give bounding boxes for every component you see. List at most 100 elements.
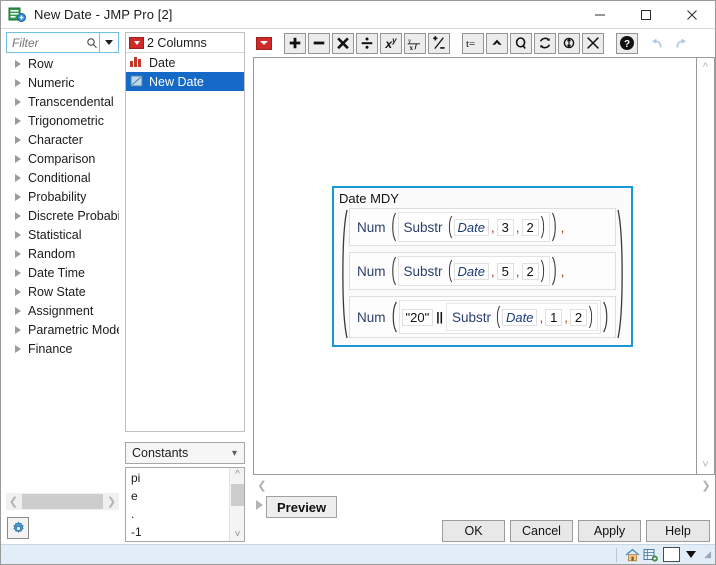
- function-category-item[interactable]: Finance: [6, 339, 119, 358]
- caret-down-icon[interactable]: [686, 551, 697, 558]
- scrollbar-thumb[interactable]: [22, 494, 103, 509]
- add-button[interactable]: [284, 32, 306, 54]
- column-reference[interactable]: Date: [453, 262, 490, 280]
- function-category-item[interactable]: Comparison: [6, 149, 119, 168]
- constant-item[interactable]: e: [126, 487, 229, 505]
- scroll-up-icon[interactable]: ^: [697, 59, 714, 75]
- function-category-list[interactable]: Row Numeric Transcendental Trigonometric…: [6, 54, 119, 486]
- numeric-literal[interactable]: 2: [521, 262, 539, 280]
- delete-button[interactable]: [582, 32, 604, 54]
- swap-button[interactable]: [558, 32, 580, 54]
- formula-argument-row[interactable]: Num Substr Date , 5 , 2 ,: [349, 252, 617, 290]
- scroll-up-icon[interactable]: ^: [230, 468, 245, 481]
- resize-grip-icon[interactable]: ◢: [704, 549, 711, 560]
- function-category-item[interactable]: Assignment: [6, 301, 119, 320]
- red-triangle-menu-icon[interactable]: [129, 36, 144, 49]
- function-category-item[interactable]: Trigonometric: [6, 111, 119, 130]
- numeric-literal[interactable]: 5: [496, 262, 514, 280]
- inner-expression[interactable]: Substr Date , 3 , 2: [397, 212, 550, 242]
- numeric-literal[interactable]: 3: [496, 218, 514, 236]
- help-button[interactable]: ?: [616, 32, 638, 54]
- cancel-button[interactable]: Cancel: [510, 520, 573, 542]
- insert-text-button[interactable]: t=: [462, 32, 484, 54]
- numeric-literal[interactable]: 2: [521, 218, 539, 236]
- formula-argument-row[interactable]: Num Substr Date , 3 , 2 ,: [349, 208, 617, 246]
- undo-button[interactable]: [646, 33, 668, 54]
- scrollbar-thumb[interactable]: [231, 484, 244, 506]
- constants-list[interactable]: pi e . -1 ^ ˅: [125, 467, 245, 542]
- column-list-item-date[interactable]: Date: [126, 53, 244, 72]
- formula-canvas[interactable]: Date MDY Num Substr Date , 3 , 2 , Num S…: [253, 57, 697, 475]
- ok-button[interactable]: OK: [442, 520, 505, 542]
- preview-button[interactable]: Preview: [266, 496, 338, 518]
- function-category-item[interactable]: Conditional: [6, 168, 119, 187]
- red-triangle-menu-icon[interactable]: [256, 36, 272, 50]
- function-list-horizontal-scrollbar[interactable]: ❮ ❯: [6, 493, 119, 510]
- scroll-left-icon[interactable]: ❮: [253, 479, 271, 492]
- settings-gear-button[interactable]: [7, 517, 29, 539]
- function-name-substr[interactable]: Substr: [401, 264, 446, 279]
- function-category-item[interactable]: Discrete Probabili: [6, 206, 119, 225]
- constant-item[interactable]: .: [126, 505, 229, 523]
- formula-vertical-scrollbar[interactable]: ^ ˅: [697, 57, 715, 475]
- redo-button[interactable]: [670, 33, 692, 54]
- filter-dropdown-button[interactable]: [100, 33, 118, 52]
- function-category-item[interactable]: Character: [6, 130, 119, 149]
- function-name-num[interactable]: Num: [354, 310, 389, 325]
- scroll-down-icon[interactable]: ˅: [230, 528, 245, 541]
- home-icon[interactable]: [623, 547, 641, 563]
- constant-item[interactable]: -1: [126, 523, 229, 541]
- function-category-item[interactable]: Transcendental: [6, 92, 119, 111]
- maximize-icon[interactable]: [623, 1, 669, 29]
- peak-button[interactable]: [486, 32, 508, 54]
- function-category-item[interactable]: Statistical: [6, 225, 119, 244]
- function-category-item[interactable]: Parametric Mode: [6, 320, 119, 339]
- function-category-item[interactable]: Row: [6, 54, 119, 73]
- formula-horizontal-scrollbar[interactable]: ❮ ❯: [253, 476, 715, 494]
- expand-triangle-icon[interactable]: [256, 500, 263, 510]
- sign-toggle-button[interactable]: [428, 32, 450, 54]
- multiply-button[interactable]: [332, 32, 354, 54]
- column-reference[interactable]: Date: [453, 218, 490, 236]
- scroll-right-icon[interactable]: ❯: [697, 479, 715, 492]
- function-category-item[interactable]: Date Time: [6, 263, 119, 282]
- constant-item[interactable]: pi: [126, 469, 229, 487]
- color-swatch[interactable]: [663, 547, 681, 562]
- function-name-substr[interactable]: Substr: [401, 220, 446, 235]
- data-table-icon[interactable]: [641, 547, 659, 563]
- local-variable-button[interactable]: [510, 32, 532, 54]
- scroll-down-icon[interactable]: ˅: [697, 457, 714, 473]
- function-name-num[interactable]: Num: [354, 220, 389, 235]
- scroll-right-icon[interactable]: ❯: [104, 495, 119, 508]
- filter-input[interactable]: [12, 35, 86, 50]
- concat-expression[interactable]: "20" || Substr Date , 1 , 2: [398, 300, 602, 334]
- string-literal[interactable]: "20": [401, 308, 434, 326]
- scroll-left-icon[interactable]: ❮: [6, 495, 21, 508]
- refresh-button[interactable]: [534, 32, 556, 54]
- apply-button[interactable]: Apply: [578, 520, 641, 542]
- constants-dropdown[interactable]: Constants ▾: [125, 442, 245, 464]
- formula-argument-row[interactable]: Num "20" || Substr Date , 1 , 2: [349, 296, 617, 338]
- inner-expression[interactable]: Substr Date , 1 , 2: [445, 303, 599, 331]
- function-category-item[interactable]: Numeric: [6, 73, 119, 92]
- subtract-button[interactable]: [308, 32, 330, 54]
- function-category-item[interactable]: Probability: [6, 187, 119, 206]
- function-name-substr[interactable]: Substr: [449, 310, 494, 325]
- filter-box[interactable]: [6, 32, 119, 53]
- numeric-literal[interactable]: 1: [545, 308, 563, 326]
- minimize-icon[interactable]: [577, 1, 623, 29]
- close-icon[interactable]: [669, 1, 715, 29]
- root-button[interactable]: y x: [404, 32, 426, 54]
- help-button-bottom[interactable]: Help: [646, 520, 710, 542]
- function-category-item[interactable]: Random: [6, 244, 119, 263]
- column-reference[interactable]: Date: [501, 308, 538, 326]
- formula-expression[interactable]: Date MDY Num Substr Date , 3 , 2 , Num S…: [332, 186, 634, 347]
- divide-button[interactable]: [356, 32, 378, 54]
- function-name-num[interactable]: Num: [354, 264, 389, 279]
- inner-expression[interactable]: Substr Date , 5 , 2: [397, 256, 550, 286]
- power-button[interactable]: xy: [380, 32, 402, 54]
- constants-vertical-scrollbar[interactable]: ^ ˅: [229, 468, 244, 541]
- column-list-item-new-date[interactable]: New Date: [126, 72, 244, 91]
- function-category-item[interactable]: Row State: [6, 282, 119, 301]
- numeric-literal[interactable]: 2: [569, 308, 588, 326]
